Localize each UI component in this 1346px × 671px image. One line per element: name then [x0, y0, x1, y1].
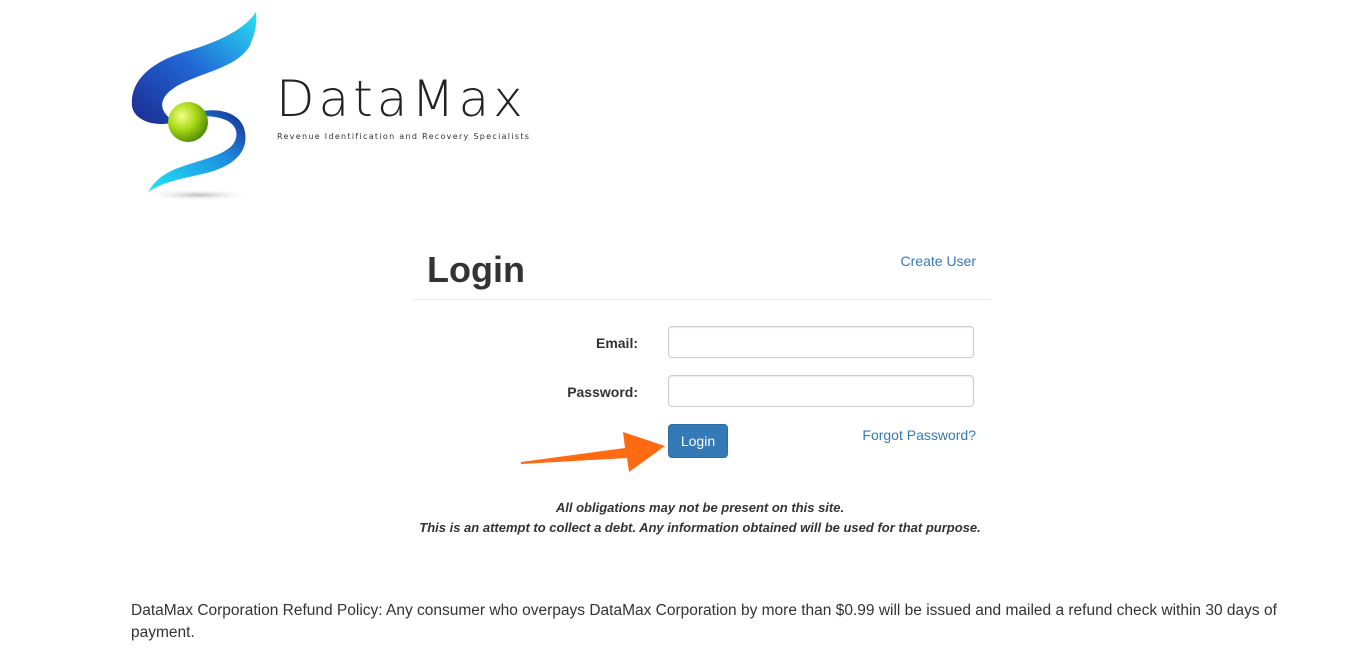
email-label: Email: — [595, 335, 638, 351]
brand-logo: DataMax Revenue Identification and Recov… — [126, 8, 546, 204]
disclaimer-debt-collection: This is an attempt to collect a debt. An… — [419, 520, 981, 535]
forgot-password-link[interactable]: Forgot Password? — [862, 427, 976, 443]
password-field[interactable] — [668, 375, 974, 407]
refund-policy-text: DataMax Corporation Refund Policy: Any c… — [131, 602, 1277, 641]
datamax-logo-icon — [131, 12, 257, 201]
header-divider — [411, 299, 991, 300]
brand-name: DataMax — [276, 70, 527, 128]
password-label: Password: — [567, 384, 638, 400]
orange-arrow-icon — [521, 432, 665, 472]
brand-tagline: Revenue Identification and Recovery Spec… — [277, 132, 531, 141]
page-title: Login — [427, 249, 525, 290]
create-user-link[interactable]: Create User — [901, 253, 976, 269]
disclaimer-obligations: All obligations may not be present on th… — [555, 500, 845, 515]
login-button[interactable]: Login — [668, 424, 728, 458]
email-field[interactable] — [668, 326, 974, 358]
